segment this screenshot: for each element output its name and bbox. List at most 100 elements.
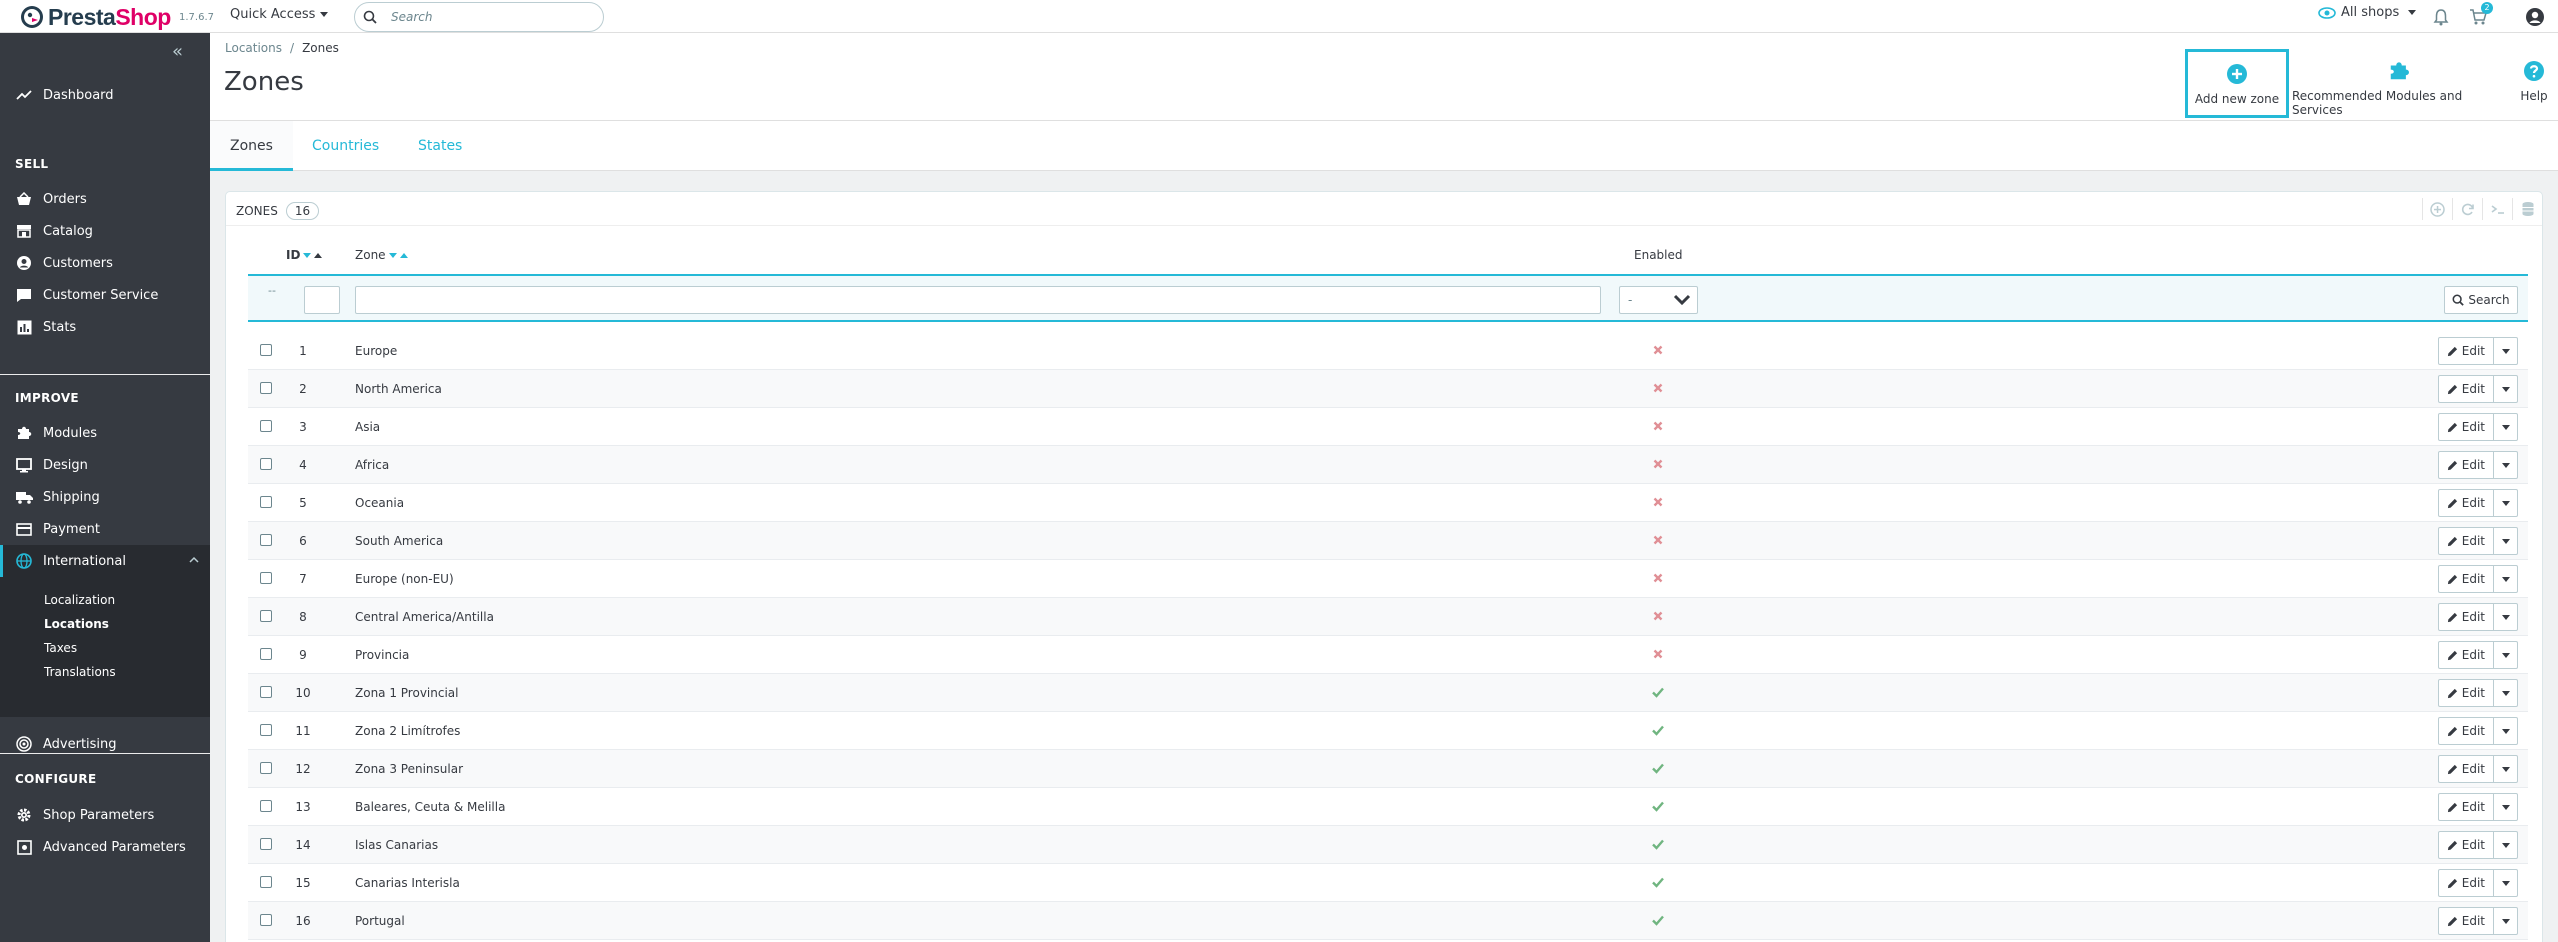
nav-shipping[interactable]: Shipping — [0, 481, 210, 513]
nav-customers[interactable]: Customers — [0, 247, 210, 279]
nav-international[interactable]: International — [0, 545, 210, 577]
row-checkbox[interactable] — [260, 534, 272, 546]
check-icon[interactable] — [1650, 874, 1666, 890]
nav-modules[interactable]: Modules — [0, 417, 210, 449]
edit-button[interactable]: Edit — [2437, 337, 2494, 365]
check-icon[interactable] — [1650, 684, 1666, 700]
row-checkbox[interactable] — [260, 458, 272, 470]
row-actions-dropdown[interactable] — [2494, 413, 2518, 441]
edit-button[interactable]: Edit — [2437, 489, 2494, 517]
account-avatar-icon[interactable] — [2523, 5, 2547, 29]
edit-button[interactable]: Edit — [2437, 793, 2494, 821]
prestashop-logo[interactable]: PrestaShop — [20, 3, 171, 31]
edit-button[interactable]: Edit — [2437, 565, 2494, 593]
filter-enabled-select[interactable]: - — [1619, 286, 1698, 314]
nav-advertising[interactable]: Advertising — [0, 728, 210, 760]
edit-button[interactable]: Edit — [2437, 831, 2494, 859]
nav-payment[interactable]: Payment — [0, 513, 210, 545]
breadcrumb-locations[interactable]: Locations — [225, 41, 282, 55]
edit-button[interactable]: Edit — [2437, 869, 2494, 897]
row-checkbox[interactable] — [260, 648, 272, 660]
filter-id-input[interactable] — [304, 286, 340, 314]
nav-shop-parameters[interactable]: Shop Parameters — [0, 799, 210, 831]
row-checkbox[interactable] — [260, 572, 272, 584]
filter-search-button[interactable]: Search — [2444, 286, 2518, 314]
close-icon[interactable] — [1650, 646, 1666, 662]
edit-button[interactable]: Edit — [2437, 717, 2494, 745]
row-actions-dropdown[interactable] — [2494, 679, 2518, 707]
subnav-locations[interactable]: Locations — [44, 617, 109, 631]
subnav-localization[interactable]: Localization — [44, 593, 115, 607]
shop-selector[interactable]: All shops — [2318, 5, 2417, 20]
row-actions-dropdown[interactable] — [2494, 527, 2518, 555]
orders-cart-icon[interactable]: 2 — [2466, 2, 2493, 29]
row-checkbox[interactable] — [260, 914, 272, 926]
header-search-input[interactable] — [391, 10, 591, 24]
sql-query-icon[interactable] — [2482, 198, 2512, 220]
edit-button[interactable]: Edit — [2437, 413, 2494, 441]
row-checkbox[interactable] — [260, 382, 272, 394]
row-actions-dropdown[interactable] — [2494, 793, 2518, 821]
row-checkbox[interactable] — [260, 610, 272, 622]
sort-asc-icon[interactable] — [314, 252, 323, 258]
nav-advanced-parameters[interactable]: Advanced Parameters — [0, 831, 210, 863]
row-checkbox[interactable] — [260, 344, 272, 356]
nav-customer-service[interactable]: Customer Service — [0, 279, 210, 311]
sort-desc-icon[interactable] — [303, 252, 312, 258]
tab-countries[interactable]: Countries — [292, 121, 399, 171]
nav-stats[interactable]: Stats — [0, 311, 210, 343]
close-icon[interactable] — [1650, 456, 1666, 472]
row-checkbox[interactable] — [260, 876, 272, 888]
row-actions-dropdown[interactable] — [2494, 717, 2518, 745]
notifications-bell-icon[interactable] — [2429, 5, 2453, 29]
filter-zone-input[interactable] — [355, 286, 1601, 314]
close-icon[interactable] — [1650, 494, 1666, 510]
nav-orders[interactable]: Orders — [0, 183, 210, 215]
row-checkbox[interactable] — [260, 686, 272, 698]
sort-desc-icon[interactable] — [388, 252, 397, 258]
close-icon[interactable] — [1650, 342, 1666, 358]
row-actions-dropdown[interactable] — [2494, 603, 2518, 631]
check-icon[interactable] — [1650, 836, 1666, 852]
add-new-icon[interactable] — [2422, 198, 2452, 220]
edit-button[interactable]: Edit — [2437, 375, 2494, 403]
row-actions-dropdown[interactable] — [2494, 337, 2518, 365]
row-checkbox[interactable] — [260, 724, 272, 736]
row-checkbox[interactable] — [260, 762, 272, 774]
check-icon[interactable] — [1650, 760, 1666, 776]
row-actions-dropdown[interactable] — [2494, 641, 2518, 669]
nav-design[interactable]: Design — [0, 449, 210, 481]
tab-states[interactable]: States — [398, 121, 482, 171]
check-icon[interactable] — [1650, 722, 1666, 738]
database-icon[interactable] — [2512, 198, 2542, 220]
row-checkbox[interactable] — [260, 420, 272, 432]
edit-button[interactable]: Edit — [2437, 641, 2494, 669]
help-button[interactable]: Help — [2512, 49, 2556, 118]
row-checkbox[interactable] — [260, 838, 272, 850]
check-icon[interactable] — [1650, 912, 1666, 928]
row-actions-dropdown[interactable] — [2494, 869, 2518, 897]
tab-zones[interactable]: Zones — [210, 121, 293, 171]
nav-dashboard[interactable]: Dashboard — [0, 79, 210, 111]
close-icon[interactable] — [1650, 570, 1666, 586]
edit-button[interactable]: Edit — [2437, 755, 2494, 783]
row-actions-dropdown[interactable] — [2494, 375, 2518, 403]
edit-button[interactable]: Edit — [2437, 603, 2494, 631]
nav-catalog[interactable]: Catalog — [0, 215, 210, 247]
check-icon[interactable] — [1650, 798, 1666, 814]
collapse-sidebar-icon[interactable]: « — [172, 43, 190, 63]
sort-asc-icon[interactable] — [399, 252, 408, 258]
close-icon[interactable] — [1650, 532, 1666, 548]
search-icon[interactable] — [355, 3, 385, 31]
row-actions-dropdown[interactable] — [2494, 451, 2518, 479]
close-icon[interactable] — [1650, 380, 1666, 396]
row-checkbox[interactable] — [260, 800, 272, 812]
row-actions-dropdown[interactable] — [2494, 489, 2518, 517]
row-actions-dropdown[interactable] — [2494, 755, 2518, 783]
row-actions-dropdown[interactable] — [2494, 907, 2518, 935]
close-icon[interactable] — [1650, 608, 1666, 624]
edit-button[interactable]: Edit — [2437, 451, 2494, 479]
row-checkbox[interactable] — [260, 496, 272, 508]
subnav-translations[interactable]: Translations — [44, 665, 116, 679]
quick-access-dropdown[interactable]: Quick Access — [230, 7, 329, 22]
